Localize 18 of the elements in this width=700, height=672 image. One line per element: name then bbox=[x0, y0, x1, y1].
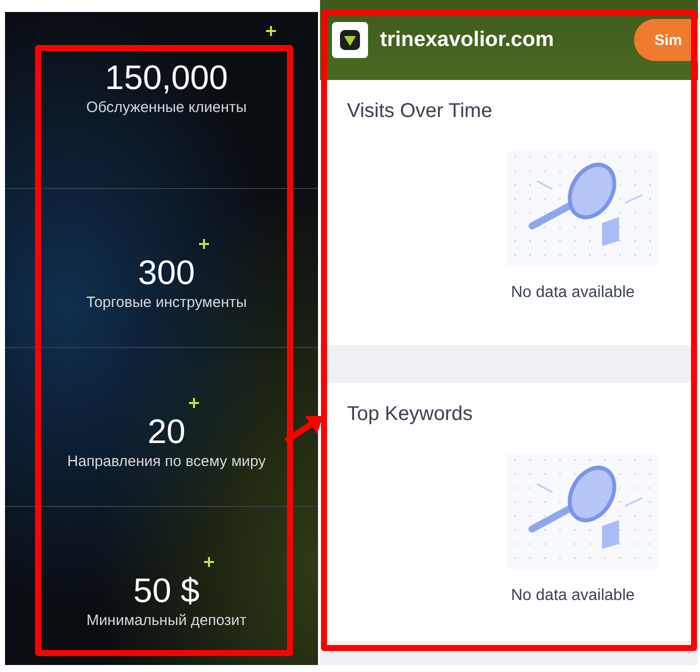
stat-label: Минимальный депозит bbox=[86, 612, 246, 630]
stat-value: 300 bbox=[138, 254, 195, 292]
stat-label: Обслуженные клиенты bbox=[86, 99, 247, 116]
plus-icon bbox=[266, 26, 276, 36]
stat-label: Торговые инструменты bbox=[86, 294, 247, 312]
empty-message: No data available bbox=[511, 284, 636, 302]
plus-icon bbox=[189, 398, 200, 408]
stat-label: Направления по всему миру bbox=[67, 453, 266, 470]
card-title: Visits Over Time bbox=[347, 100, 494, 123]
empty-message: No data available bbox=[511, 587, 636, 605]
site-domain: trinexavolior.com bbox=[380, 28, 555, 52]
card-title: Top Keywords bbox=[347, 403, 474, 426]
stat-value: 150,000 bbox=[105, 60, 228, 98]
plus-icon bbox=[204, 556, 214, 567]
stat-value: 50 $ bbox=[133, 572, 200, 610]
header-button[interactable]: Sim bbox=[634, 19, 698, 61]
plus-icon bbox=[198, 238, 209, 249]
stat-value: 20 bbox=[148, 414, 186, 452]
